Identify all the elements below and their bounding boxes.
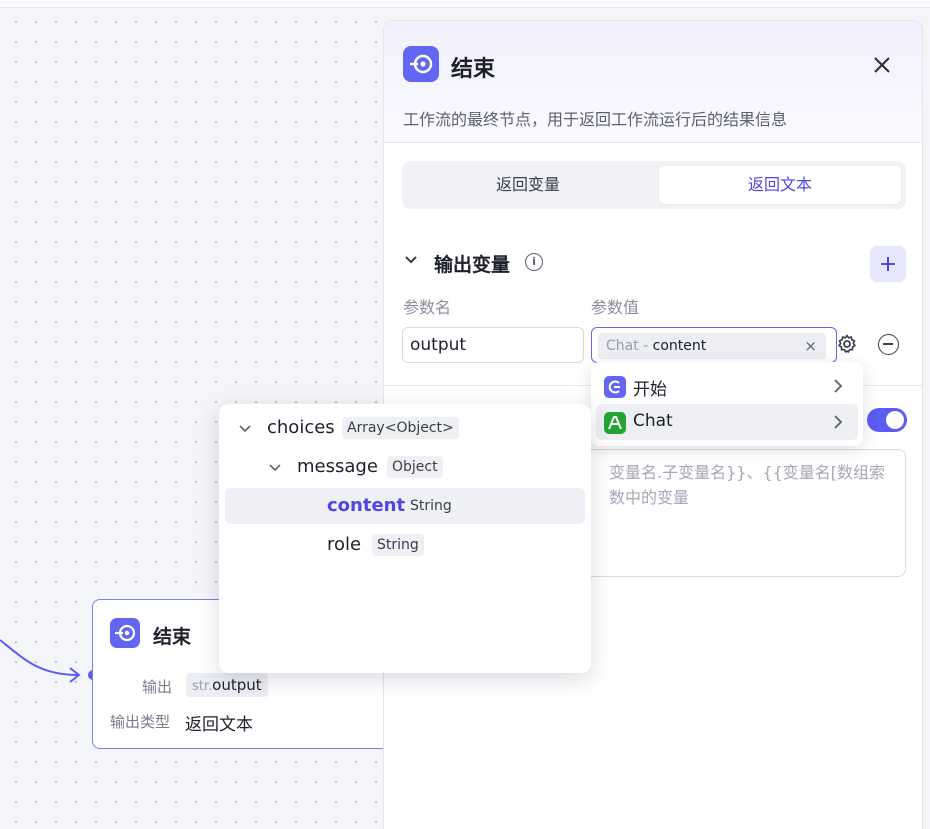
chevron-right-icon [833, 374, 843, 399]
connection-edge [0, 639, 98, 683]
chat-node-icon [604, 412, 626, 434]
return-mode-tabs: 返回变量 返回文本 [402, 161, 906, 209]
end-node-icon [110, 618, 140, 648]
node-output-type-value: 返回文本 [185, 715, 253, 735]
info-icon[interactable]: i [525, 253, 543, 271]
node-output-label: 输出 [142, 678, 173, 696]
type-tag: str. [192, 679, 213, 694]
node-title: 结束 [153, 626, 192, 648]
node-picker-dropdown: 开始 Chat [591, 362, 863, 446]
close-icon[interactable] [868, 51, 896, 79]
node-output-type-label: 输出类型 [110, 713, 171, 731]
add-variable-button[interactable] [870, 246, 906, 282]
section-title: 输出变量 [434, 254, 511, 276]
ref-source: Chat [606, 338, 639, 354]
tree-node-type: String [405, 495, 457, 517]
panel-title: 结束 [451, 57, 496, 82]
panel-header: 结束 工作流的最终节点，用于返回工作流运行后的结果信息 [384, 21, 922, 143]
panel-description: 工作流的最终节点，用于返回工作流运行后的结果信息 [403, 110, 788, 129]
tree-node-type: Object [387, 456, 443, 478]
variable-reference-chip[interactable]: Chat - content × [598, 333, 826, 359]
remove-row-icon[interactable] [878, 334, 899, 355]
tree-node-type: Array<Object> [342, 417, 459, 439]
param-value-selector[interactable]: Chat - content × [591, 327, 837, 363]
tab-return-variable[interactable]: 返回变量 [407, 166, 649, 204]
chevron-right-icon [833, 410, 843, 435]
column-header-value: 参数值 [591, 298, 640, 317]
gear-icon[interactable] [837, 334, 857, 359]
node-option-label: 开始 [633, 380, 667, 400]
node-option-chat[interactable]: Chat [596, 404, 858, 440]
tree-node-name: content [327, 495, 406, 516]
ref-separator: - [638, 338, 653, 354]
chevron-down-icon[interactable] [269, 458, 281, 477]
tree-node-name: message [297, 456, 378, 477]
tab-return-text[interactable]: 返回文本 [659, 166, 901, 204]
clear-icon[interactable]: × [804, 333, 817, 359]
tree-row-message[interactable]: message Object [225, 449, 585, 485]
tree-row-choices[interactable]: choices Array<Object> [225, 410, 585, 446]
node-output-pill: str.output [186, 673, 268, 697]
output-name: output [212, 676, 262, 694]
chevron-down-icon[interactable] [239, 419, 251, 438]
tree-row-role[interactable]: role String [225, 527, 585, 563]
node-option-start[interactable]: 开始 [596, 368, 858, 404]
tree-node-name: choices [267, 417, 335, 438]
ref-key: content [652, 338, 707, 354]
column-header-name: 参数名 [403, 298, 452, 317]
end-node-icon [403, 46, 439, 82]
param-name-input[interactable]: output [402, 327, 584, 363]
tree-node-name: role [327, 534, 362, 555]
start-node-icon [604, 376, 626, 398]
node-option-label: Chat [633, 411, 673, 431]
stream-output-toggle[interactable] [867, 408, 907, 432]
variable-tree-popup: choices Array<Object> message Object con… [219, 404, 591, 673]
tree-row-content[interactable]: content String [225, 488, 585, 524]
top-toolbar-edge [0, 0, 930, 8]
chevron-down-icon[interactable] [404, 253, 418, 271]
tree-node-type: String [372, 534, 424, 556]
